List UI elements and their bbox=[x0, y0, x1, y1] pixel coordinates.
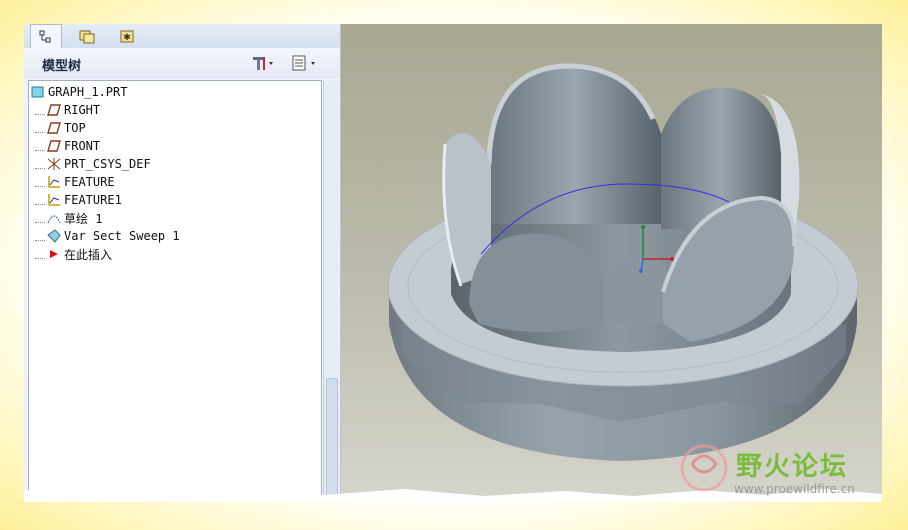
settings-dropdown-button[interactable] bbox=[250, 54, 274, 72]
watermark-url: www.proewildfire.cn bbox=[734, 482, 855, 496]
model-render bbox=[387, 63, 859, 461]
datum-plane-icon bbox=[47, 121, 61, 135]
model-tree: GRAPH_1.PRT RIGHT TOP FRONT PRT_CSYS_DEF… bbox=[28, 80, 322, 502]
tree-item-label: FRONT bbox=[64, 139, 101, 153]
tree-item-label: 在此插入 bbox=[64, 247, 113, 262]
datum-plane-icon bbox=[47, 103, 61, 117]
part-icon bbox=[31, 85, 45, 99]
tree-item-top[interactable]: TOP bbox=[35, 119, 86, 137]
scrollbar-thumb[interactable] bbox=[326, 378, 338, 500]
tree-item-sketch[interactable]: 草绘 1 bbox=[35, 209, 102, 227]
tree-item-label: 草绘 1 bbox=[64, 211, 103, 226]
tree-item-label: FEATURE bbox=[64, 175, 115, 189]
tree-item-label: FEATURE1 bbox=[64, 193, 122, 207]
navigator-tabs: ✱ bbox=[24, 24, 340, 49]
datum-graph-icon bbox=[47, 175, 61, 189]
folder-browser-tab[interactable] bbox=[72, 24, 102, 48]
tree-item-label: GRAPH_1.PRT bbox=[48, 85, 128, 99]
tree-item-label: PRT_CSYS_DEF bbox=[64, 157, 151, 171]
tree-item-csys[interactable]: PRT_CSYS_DEF bbox=[35, 155, 151, 173]
watermark: 野火论坛 www.proewildfire.cn bbox=[674, 440, 864, 500]
tree-item-label: Var Sect Sweep 1 bbox=[64, 229, 180, 243]
tree-item-label: RIGHT bbox=[64, 103, 101, 117]
tree-vertical-scrollbar[interactable] bbox=[323, 80, 339, 500]
insert-here-arrow-icon bbox=[47, 247, 61, 261]
tree-item-feature1[interactable]: FEATURE1 bbox=[35, 191, 122, 209]
favorites-tab[interactable]: ✱ bbox=[112, 24, 142, 48]
screenshot-area: ✱ 模型树 GRAPH_1.PRT RIGHT TOP FRONT PRT_CS… bbox=[24, 24, 882, 502]
coordinate-system-icon bbox=[47, 157, 61, 171]
model-tree-title: 模型树 bbox=[42, 59, 82, 74]
svg-text:✱: ✱ bbox=[123, 33, 131, 43]
graphics-viewport[interactable] bbox=[341, 24, 882, 502]
show-dropdown-button[interactable] bbox=[290, 54, 320, 72]
watermark-brand: 野火论坛 bbox=[736, 452, 849, 482]
model-tree-header: 模型树 bbox=[24, 48, 340, 78]
tree-item-insert-here[interactable]: 在此插入 bbox=[35, 245, 112, 263]
sketch-icon bbox=[47, 211, 61, 225]
model-tree-icon bbox=[39, 30, 51, 43]
folder-browser-icon bbox=[79, 30, 95, 44]
tools-icon bbox=[253, 57, 273, 70]
navigator-panel: ✱ 模型树 GRAPH_1.PRT RIGHT TOP FRONT PRT_CS… bbox=[24, 24, 341, 502]
tree-item-part[interactable]: GRAPH_1.PRT bbox=[31, 83, 127, 101]
sweep-icon bbox=[47, 229, 61, 243]
tree-item-feature[interactable]: FEATURE bbox=[35, 173, 115, 191]
datum-graph-icon bbox=[47, 193, 61, 207]
tree-item-right[interactable]: RIGHT bbox=[35, 101, 100, 119]
show-list-icon bbox=[292, 55, 315, 71]
tree-item-label: TOP bbox=[64, 121, 86, 135]
model-tree-tab[interactable] bbox=[30, 24, 62, 49]
favorites-folder-icon: ✱ bbox=[120, 30, 134, 43]
datum-plane-icon bbox=[47, 139, 61, 153]
tree-item-sweep[interactable]: Var Sect Sweep 1 bbox=[35, 227, 180, 245]
tree-item-front[interactable]: FRONT bbox=[35, 137, 100, 155]
